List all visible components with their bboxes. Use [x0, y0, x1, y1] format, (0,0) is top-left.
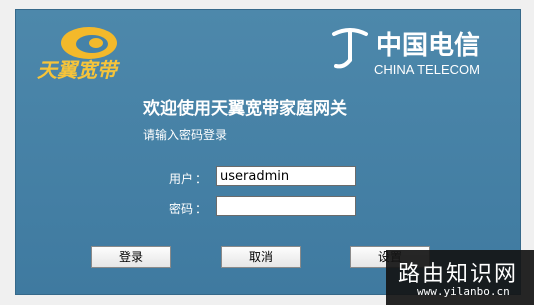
china-telecom-logo: 中国电信 CHINA TELECOM — [332, 28, 480, 77]
logo-left-text: 天翼宽带 — [37, 58, 121, 82]
telecom-emblem-icon — [332, 28, 368, 69]
login-subtitle: 请输入密码登录 — [143, 128, 228, 142]
password-input[interactable] — [216, 196, 356, 216]
password-colon: ： — [195, 202, 208, 216]
login-button[interactable]: 登录 — [91, 246, 171, 268]
logo-swirl-core — [89, 38, 103, 48]
welcome-title: 欢迎使用天翼宽带家庭网关 — [143, 99, 347, 119]
password-label: 密码 — [169, 202, 194, 216]
tianyi-broadband-logo: 天翼宽带 — [37, 27, 121, 82]
telecom-en-text: CHINA TELECOM — [374, 62, 480, 77]
watermark-url: www.yilanbo.cn — [417, 285, 510, 298]
watermark-title: 路由知识网 — [398, 262, 519, 287]
username-label: 用户 — [169, 172, 194, 186]
username-input[interactable] — [216, 166, 356, 186]
cancel-button[interactable]: 取消 — [221, 246, 301, 268]
telecom-cn-text: 中国电信 — [376, 31, 480, 61]
username-colon: ： — [195, 172, 208, 186]
